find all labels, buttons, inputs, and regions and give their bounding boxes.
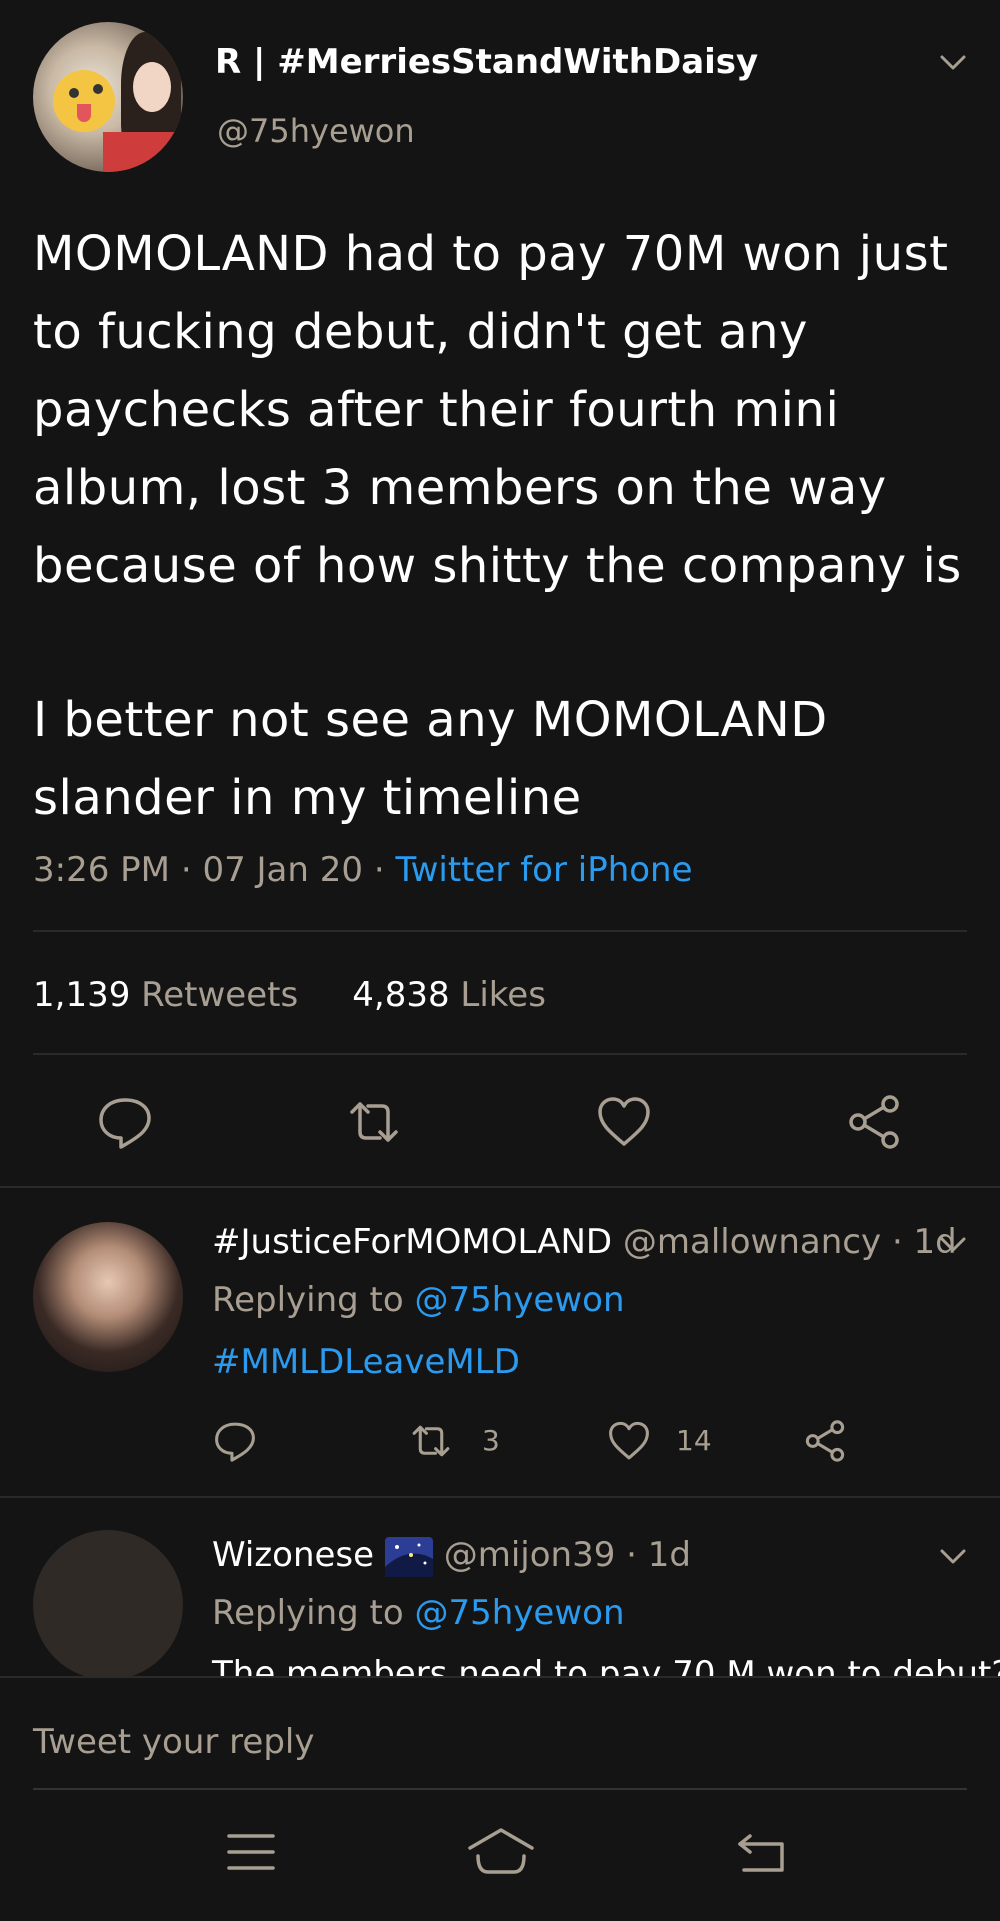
reply-icon[interactable] <box>95 1092 155 1152</box>
author-avatar[interactable] <box>33 22 183 172</box>
reply-retweet-count: 3 <box>482 1424 500 1457</box>
replying-to: Replying to @75hyewon <box>212 1280 625 1320</box>
reply-age: · 1d <box>626 1535 691 1575</box>
chevron-down-icon[interactable] <box>938 1542 968 1572</box>
meta-separator: · <box>373 850 385 890</box>
tweet-source[interactable]: Twitter for iPhone <box>395 850 692 890</box>
tweet-time: 3:26 PM <box>33 850 170 890</box>
reply-input[interactable]: Tweet your reply <box>33 1722 314 1762</box>
divider <box>0 1496 1000 1498</box>
reply-avatar[interactable] <box>33 1222 183 1372</box>
reply-header: #JusticeForMOMOLAND @mallownancy · 1d <box>212 1222 957 1262</box>
home-icon[interactable] <box>466 1826 536 1876</box>
tweet-date: 07 Jan 20 <box>202 850 363 890</box>
reply-like-count: 14 <box>676 1424 712 1457</box>
tweet-text: MOMOLAND had to pay 70M won just to fuck… <box>33 215 973 913</box>
meta-separator: · <box>180 850 192 890</box>
share-icon[interactable] <box>844 1092 904 1152</box>
reply-text[interactable]: #MMLDLeaveMLD <box>212 1342 520 1382</box>
author-name[interactable]: R | #MerriesStandWithDaisy <box>215 42 758 82</box>
like-icon[interactable] <box>606 1418 652 1464</box>
replying-to: Replying to @75hyewon <box>212 1593 625 1633</box>
reply-author-handle[interactable]: @mallownancy <box>623 1222 881 1262</box>
galaxy-emoji-icon <box>384 1536 433 1577</box>
reply-header: Wizonese @mijon39 · 1d <box>212 1535 691 1577</box>
retweets-stat[interactable]: 1,139 Retweets <box>33 975 298 1015</box>
author-handle[interactable]: @75hyewon <box>217 112 415 150</box>
reply-author-name[interactable]: #JusticeForMOMOLAND <box>212 1222 612 1262</box>
reply-author-name[interactable]: Wizonese <box>212 1535 374 1575</box>
back-icon[interactable] <box>734 1830 788 1874</box>
divider <box>33 930 967 932</box>
reply-author-handle[interactable]: @mijon39 <box>444 1535 616 1575</box>
replying-to-handle[interactable]: @75hyewon <box>415 1280 625 1320</box>
tweet-paragraph: I better not see any MOMOLAND slander in… <box>33 692 828 826</box>
like-icon[interactable] <box>594 1092 654 1152</box>
retweet-icon[interactable] <box>408 1418 454 1464</box>
reply-icon[interactable] <box>212 1418 258 1464</box>
share-icon[interactable] <box>802 1418 848 1464</box>
divider <box>0 1676 1000 1678</box>
divider <box>0 1186 1000 1188</box>
system-nav-bar <box>0 1790 1000 1921</box>
chevron-down-icon[interactable] <box>938 48 968 78</box>
chevron-down-icon[interactable] <box>938 1230 968 1260</box>
replying-to-handle[interactable]: @75hyewon <box>415 1593 625 1633</box>
reply-avatar[interactable] <box>33 1530 183 1680</box>
divider <box>33 1053 967 1055</box>
menu-icon[interactable] <box>226 1830 276 1874</box>
tweet-meta: 3:26 PM · 07 Jan 20 · Twitter for iPhone <box>33 850 693 890</box>
tweet-stats: 1,139 Retweets 4,838 Likes <box>33 975 546 1015</box>
retweet-icon[interactable] <box>344 1092 404 1152</box>
tweet-paragraph: MOMOLAND had to pay 70M won just to fuck… <box>33 226 962 594</box>
likes-stat[interactable]: 4,838 Likes <box>352 975 546 1015</box>
